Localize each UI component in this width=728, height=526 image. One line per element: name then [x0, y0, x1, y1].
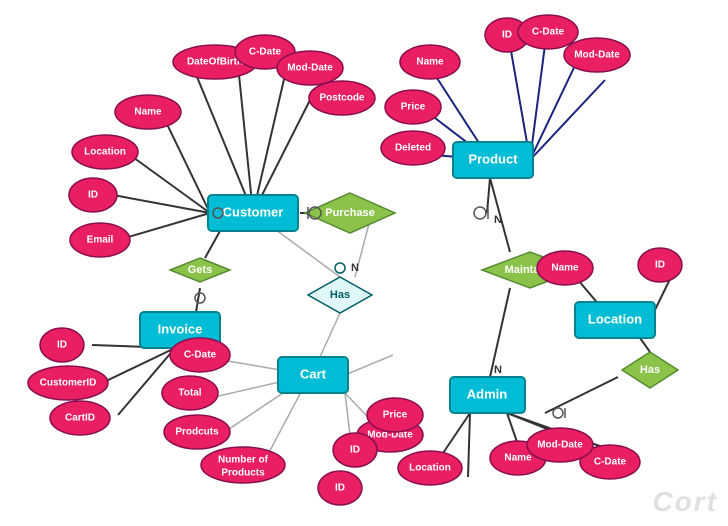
invoice-entity-label: Invoice	[158, 321, 203, 336]
has2-label: Has	[640, 364, 660, 376]
purchase-label: Purchase	[325, 207, 375, 219]
attr-admin-location-label: Location	[409, 463, 451, 474]
product-entity-label: Product	[468, 151, 518, 166]
attr-cart-products-label: Prodcuts	[175, 427, 219, 438]
attr-product-id-label: ID	[502, 30, 512, 41]
attr-customer-name-label: Name	[134, 107, 162, 118]
cardinality-circle-has	[335, 263, 345, 273]
diagram-canvas: Purchase Gets Has Maintains Has Customer…	[0, 0, 728, 526]
attr-customer-cdate-label: C-Date	[249, 47, 282, 58]
attr-cart-numproducts-label2: Products	[221, 468, 265, 479]
attr-cart-total-label: Total	[178, 388, 201, 399]
cart-entity-label: Cart	[300, 366, 327, 381]
attr-customer-moddate-label: Mod-Date	[287, 63, 333, 74]
attr-product-name-label: Name	[416, 57, 444, 68]
customer-entity-label: Customer	[223, 204, 284, 219]
attr-customer-location-label: Location	[84, 147, 126, 158]
attr-cart-numproducts-label: Number of	[218, 455, 269, 466]
attr-customer-id-label: ID	[88, 190, 98, 201]
cardinality-n-product: N	[494, 214, 502, 226]
cardinality-circle-2	[474, 207, 486, 219]
attr-customer-dob-label: DateOfBirth	[187, 57, 243, 68]
attr-admin-cdate-label: C-Date	[594, 457, 627, 468]
attr-location-id-label: ID	[655, 260, 665, 271]
attr-cart-cdate-label: C-Date	[184, 350, 217, 361]
attr-customer-email-label: Email	[87, 235, 114, 246]
attr-product-price-label: Price	[401, 102, 426, 113]
has1-label: Has	[330, 289, 350, 301]
gets-label: Gets	[188, 264, 212, 276]
attr-product-deleted-label: Deleted	[395, 143, 431, 154]
attr-cart-id-label: ID	[350, 445, 360, 456]
cardinality-n-cart: N	[351, 262, 359, 274]
attr-invoice-customerid-label: CustomerID	[40, 378, 97, 389]
attr-customer-postcode-label: Postcode	[319, 93, 364, 104]
attr-location-name-label: Name	[551, 263, 579, 274]
admin-entity-label: Admin	[467, 386, 508, 401]
attr-cart-price-label: Price	[383, 410, 408, 421]
cardinality-circle-5	[195, 293, 205, 303]
attr-product-cdate-label: C-Date	[532, 27, 565, 38]
attr-admin-name-label: Name	[504, 453, 532, 464]
attr-invoice-cartid-label: CartID	[65, 413, 95, 424]
attr-product-moddate-label: Mod-Date	[574, 50, 620, 61]
location-entity-label: Location	[588, 311, 642, 326]
attr-admin-moddate-label: Mod-Date	[537, 440, 583, 451]
attr-admin-id-label: ID	[335, 483, 345, 494]
cardinality-n-admin: N	[494, 364, 502, 376]
cardinality-circle-3	[553, 408, 563, 418]
attr-invoice-id-label: ID	[57, 340, 67, 351]
